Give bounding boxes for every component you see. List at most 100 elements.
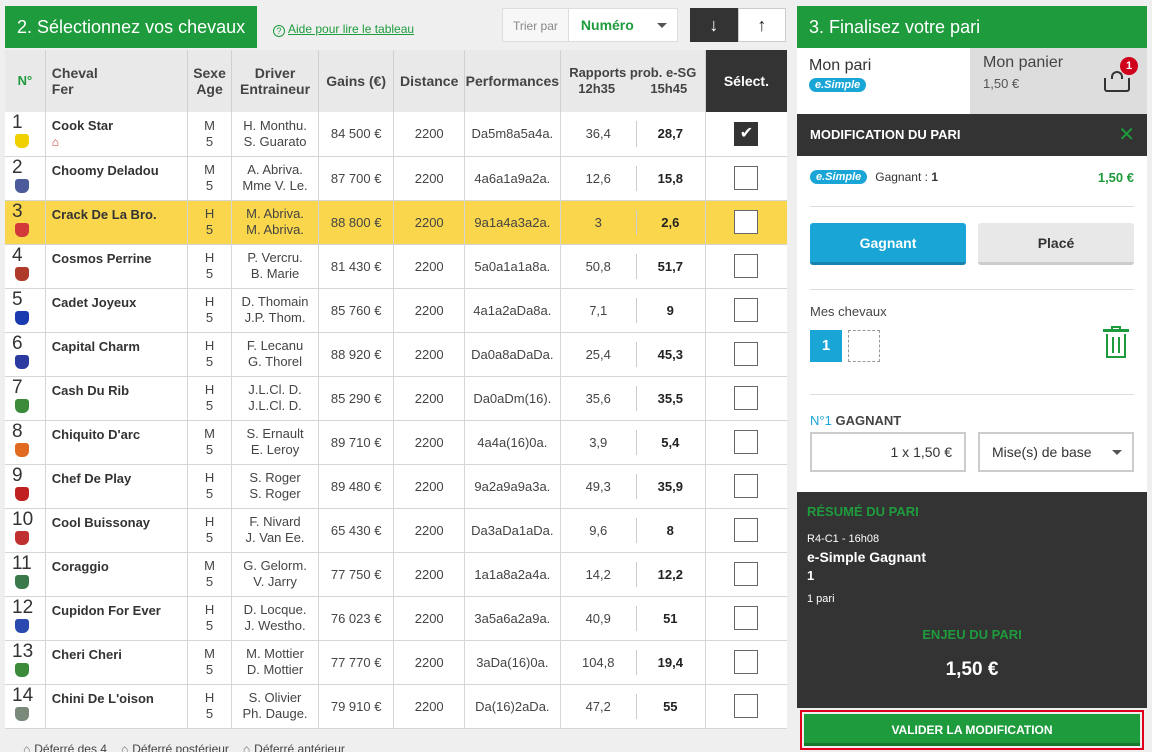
legend-item: ⌂ Déferré antérieur — [243, 742, 345, 752]
horse-number-cell: 2 — [5, 156, 46, 201]
select-checkbox[interactable] — [734, 562, 759, 586]
trainer-name: B. Marie — [250, 266, 300, 281]
jockey-silk-icon — [15, 618, 29, 633]
jockey-silk-icon — [15, 398, 29, 413]
horse-name: Crack De La Bro. — [51, 206, 157, 222]
horse-age: 5 — [205, 530, 214, 545]
driver-name: H. Monthu. — [243, 117, 307, 133]
divider — [810, 394, 1134, 395]
horse-name-cell: Cash Du Rib — [45, 376, 188, 421]
horse-number: 13 — [12, 640, 34, 662]
horse-name-cell: Chef De Play — [45, 464, 188, 509]
tab-mon-pari[interactable]: Mon pari e.Simple — [797, 48, 970, 114]
select-checkbox[interactable] — [734, 430, 759, 454]
select-checkbox[interactable] — [734, 166, 759, 190]
select-checkbox[interactable] — [734, 518, 759, 542]
select-checkbox[interactable] — [734, 254, 759, 278]
odds-1545-cell: 35,5 — [635, 376, 706, 421]
sex-age-cell: M5 — [187, 420, 233, 465]
odds-1235-cell: 40,9 — [560, 596, 636, 641]
place-button[interactable]: Placé — [978, 223, 1134, 265]
odds-1545-cell: 45,3 — [635, 332, 706, 377]
table-row[interactable]: 12 Cupidon For Ever H 5 D. Locque. J. Westho.… — [5, 596, 787, 641]
stake-input[interactable]: 1 x 1,50 € — [810, 432, 966, 472]
select-cell — [705, 464, 787, 509]
select-checkbox[interactable] — [734, 606, 759, 630]
empty-horse-slot[interactable] — [848, 330, 880, 362]
table-row[interactable]: 13 Cheri Cheri M 5 M. Mottier D. Mottier 77 77… — [5, 640, 787, 685]
mes-chevaux-label: Mes chevaux — [810, 304, 887, 319]
table-row[interactable]: 2 Choomy Deladou M 5 A. Abriva. Mme V. Le. 87 … — [5, 156, 787, 201]
odds-1235-cell: 7,1 — [560, 288, 636, 333]
horse-name: Capital Charm — [51, 338, 140, 354]
horse-name: Coraggio — [51, 558, 109, 574]
horse-number-cell: 5 — [5, 288, 46, 333]
gains-cell: 89 710 € — [318, 420, 395, 465]
table-row[interactable]: 8 Chiquito D'arc M 5 S. Ernault E. Leroy 89 71… — [5, 420, 787, 465]
select-checkbox[interactable] — [734, 474, 759, 498]
bet-horse-number: 1 — [931, 170, 938, 184]
modification-header: MODIFICATION DU PARI ✕ — [797, 114, 1147, 156]
bet-amount: 1,50 € — [1097, 170, 1134, 185]
select-checkbox[interactable] — [734, 342, 759, 366]
odds-1545-cell: 5,4 — [635, 420, 706, 465]
horse-name-cell: Choomy Deladou — [45, 156, 188, 201]
horse-age: 5 — [205, 706, 214, 721]
gagnant-button[interactable]: Gagnant — [810, 223, 966, 265]
header-gains: Gains (€) — [318, 50, 395, 112]
horse-number: 14 — [12, 684, 34, 706]
sort-desc-button[interactable]: ↓ — [689, 8, 738, 42]
horse-age: 5 — [205, 133, 214, 149]
performances-cell: 5a0a1a1a8a. — [464, 244, 561, 289]
table-row[interactable]: 11 Coraggio M 5 G. Gelorm. V. Jarry 77 750 €22… — [5, 552, 787, 597]
esimple-badge: e.Simple — [809, 78, 867, 92]
select-checkbox[interactable] — [734, 386, 759, 410]
legend-label: Déferré antérieur — [254, 742, 345, 752]
select-checkbox[interactable] — [734, 210, 759, 234]
stake-select[interactable]: Mise(s) de base — [978, 432, 1134, 472]
sort-select[interactable]: Numéro — [567, 8, 678, 42]
horse-name-cell: Cook Star ⌂ — [45, 112, 188, 157]
table-row[interactable]: 14 Chini De L'oison H 5 S. Olivier Ph. Dauge.… — [5, 684, 787, 729]
table-row[interactable]: 10 Cool Buissonay H 5 F. Nivard J. Van Ee. 65 … — [5, 508, 787, 553]
distance-cell: 2200 — [393, 552, 465, 597]
select-checkbox[interactable] — [734, 298, 759, 322]
sort-asc-button[interactable]: ↑ — [737, 8, 786, 42]
section-title-selection: 2. Sélectionnez vos chevaux — [5, 6, 258, 48]
table-row[interactable]: 9 Chef De Play H 5 S. Roger S. Roger 89 480 €2… — [5, 464, 787, 509]
table-row[interactable]: 3 Crack De La Bro. H 5 M. Abriva. M. Abriva. 8… — [5, 200, 787, 245]
header-rapports-time1: 12h35 — [578, 81, 616, 96]
table-row[interactable]: 7 Cash Du Rib H 5 J.L.Cl. D. J.L.Cl. D. 85 290… — [5, 376, 787, 421]
close-icon[interactable]: ✕ — [1118, 114, 1135, 156]
driver-name: S. Ernault — [246, 426, 304, 441]
select-checkbox[interactable]: ✔ — [734, 121, 759, 146]
selected-horse-chip[interactable]: 1 — [810, 330, 842, 362]
driver-name: F. Lecanu — [246, 338, 304, 353]
table-row[interactable]: 1 Cook Star ⌂ M 5 H. Monthu. S. Guarato 84 500 … — [5, 112, 787, 157]
table-row[interactable]: 6 Capital Charm H 5 F. Lecanu G. Thorel 88 920… — [5, 332, 787, 377]
horse-number: 3 — [12, 200, 23, 222]
page: 2. Sélectionnez vos chevaux ? Aide pour l… — [0, 0, 1152, 752]
table-row[interactable]: 4 Cosmos Perrine H 5 P. Vercru. B. Marie 81 43… — [5, 244, 787, 289]
race-info: R4-C1 - 16h08 — [807, 533, 880, 545]
sex-age-cell: M5 — [187, 112, 233, 157]
tab-mon-panier[interactable]: Mon panier 1,50 € — [983, 54, 1063, 91]
horses-table-body: 1 Cook Star ⌂ M 5 H. Monthu. S. Guarato 84 500 … — [5, 112, 787, 729]
trash-icon[interactable] — [1103, 326, 1129, 360]
sex-age-cell: M5 — [187, 640, 233, 685]
horse-name: Cool Buissonay — [51, 514, 151, 530]
table-row[interactable]: 5 Cadet Joyeux H 5 D. Thomain J.P. Thom. 85 76… — [5, 288, 787, 333]
horse-name: Chiquito D'arc — [51, 426, 141, 442]
odds-1545-cell: 55 — [635, 684, 706, 729]
horse-number-cell: 3 — [5, 200, 46, 245]
performances-cell: 3aDa(16)0a. — [464, 640, 561, 685]
trainer-name: J.P. Thom. — [244, 310, 306, 325]
section-title-finalize: 3. Finalisez votre pari — [797, 6, 1147, 48]
validate-button[interactable]: VALIDER LA MODIFICATION — [800, 710, 1144, 750]
odds-1235-cell: 35,6 — [560, 376, 636, 421]
select-checkbox[interactable] — [734, 650, 759, 674]
help-link[interactable]: ? Aide pour lire le tableau — [273, 22, 414, 37]
driver-cell: P. Vercru. B. Marie — [231, 244, 319, 289]
select-checkbox[interactable] — [734, 694, 759, 718]
horse-age: 5 — [205, 266, 214, 281]
